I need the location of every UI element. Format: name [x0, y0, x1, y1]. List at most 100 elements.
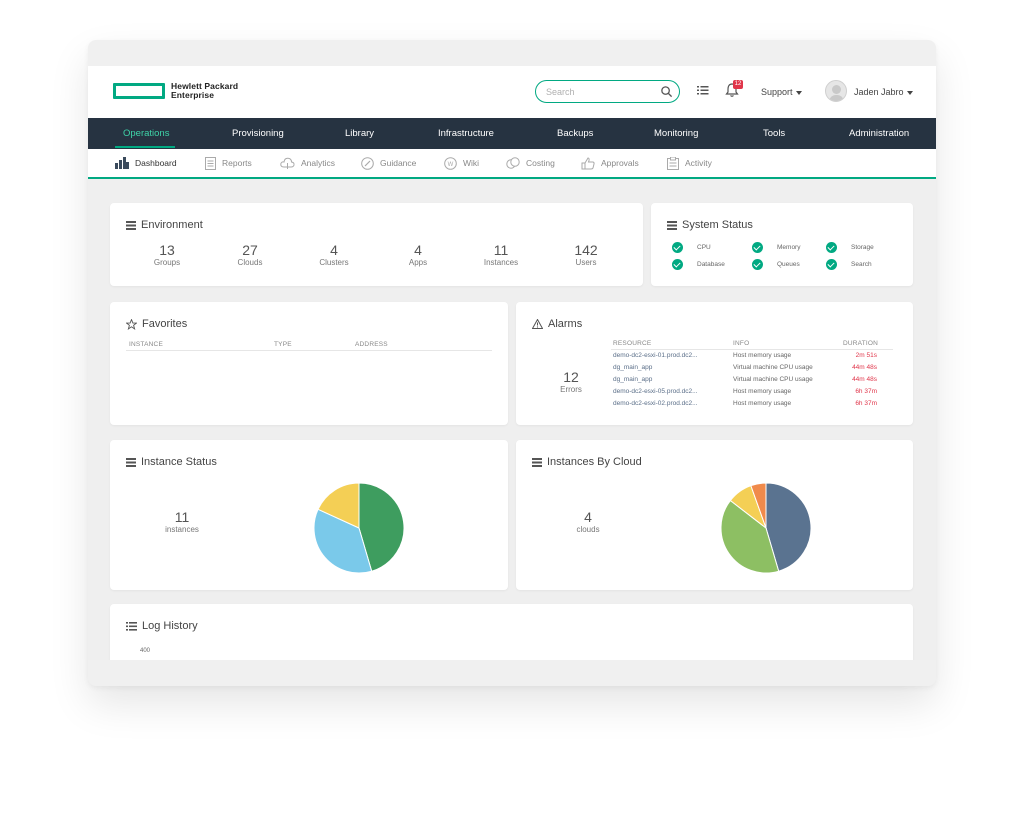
alarms-errors-count: 12: [563, 369, 579, 385]
instance-status-pie[interactable]: [312, 481, 406, 575]
chevron-down-icon: [795, 90, 802, 95]
col-address[interactable]: ADDRESS: [355, 341, 388, 348]
sub-nav: Dashboard Reports Analytics Guidance W W…: [88, 149, 936, 179]
status-queues-label: Queues: [777, 261, 800, 268]
divider: [611, 349, 893, 350]
dashboard-icon: [115, 157, 129, 169]
col-instance[interactable]: INSTANCE: [129, 341, 163, 348]
subnav-approvals[interactable]: Approvals: [581, 149, 639, 177]
alarm-duration: 2m 51s: [855, 352, 877, 359]
alarms-errors-label: Errors: [560, 385, 582, 394]
coins-icon: [506, 156, 520, 169]
nav-operations[interactable]: Operations: [123, 118, 169, 149]
list-icon: [532, 457, 542, 467]
stat-users[interactable]: 142 Users: [546, 243, 626, 268]
subnav-analytics-label: Analytics: [301, 158, 336, 168]
stat-apps-value: 4: [414, 242, 422, 258]
subnav-wiki-label: Wiki: [463, 158, 480, 168]
log-history-title-text: Log History: [142, 620, 198, 632]
alarms-title-text: Alarms: [548, 318, 583, 330]
check-icon: [672, 242, 683, 253]
check-icon: [826, 242, 837, 253]
search-input[interactable]: [546, 85, 656, 99]
stat-clouds-label: Clouds: [237, 258, 263, 267]
col-info[interactable]: INFO: [733, 340, 749, 347]
cloud-count-value: 4: [584, 509, 592, 525]
alarm-resource[interactable]: demo-dc2-esxi-01.prod.dc2...: [613, 352, 698, 359]
subnav-reports[interactable]: Reports: [205, 149, 252, 177]
subnav-dashboard-label: Dashboard: [135, 158, 177, 168]
instances-by-cloud-pie[interactable]: [719, 481, 813, 575]
support-menu[interactable]: Support: [761, 87, 802, 97]
alarm-info: Host memory usage: [733, 400, 792, 407]
alarm-resource[interactable]: demo-dc2-esxi-02.prod.dc2...: [613, 400, 698, 407]
status-storage: Storage: [826, 242, 874, 253]
system-status-card: System Status CPU Memory Storage Databas…: [651, 203, 913, 286]
nav-backups[interactable]: Backups: [557, 118, 593, 149]
status-cpu: CPU: [672, 242, 711, 253]
user-menu[interactable]: Jaden Jabro: [854, 87, 913, 97]
stat-users-value: 142: [574, 242, 598, 258]
stat-clusters-label: Clusters: [319, 258, 349, 267]
subnav-reports-label: Reports: [222, 158, 252, 168]
status-database: Database: [672, 259, 725, 270]
search-box[interactable]: [535, 80, 680, 103]
subnav-dashboard[interactable]: Dashboard: [115, 149, 177, 177]
subnav-guidance-label: Guidance: [380, 158, 417, 168]
stat-instances-value: 11: [493, 242, 509, 258]
col-duration[interactable]: DURATION: [843, 340, 878, 347]
stat-instances[interactable]: 11 Instances: [461, 243, 541, 268]
stat-apps[interactable]: 4 Apps: [378, 243, 458, 268]
stat-groups[interactable]: 13 Groups: [127, 243, 207, 268]
stat-clusters[interactable]: 4 Clusters: [294, 243, 374, 268]
nav-provisioning[interactable]: Provisioning: [232, 118, 284, 149]
alarm-duration: 6h 37m: [855, 400, 877, 407]
nav-tools[interactable]: Tools: [763, 118, 785, 149]
alarm-resource[interactable]: dg_main_app: [613, 364, 652, 371]
chevron-down-icon: [906, 90, 913, 95]
instances-by-cloud-title: Instances By Cloud: [532, 456, 642, 468]
nav-monitoring[interactable]: Monitoring: [654, 118, 698, 149]
alarm-info: Host memory usage: [733, 388, 792, 395]
system-status-title-text: System Status: [682, 219, 753, 231]
brand-text: Hewlett Packard Enterprise: [171, 82, 238, 100]
clipboard-icon: [667, 156, 679, 170]
cloud-count-label: clouds: [576, 525, 600, 534]
cloud-icon: [280, 157, 295, 169]
system-status-title: System Status: [667, 219, 753, 231]
list-icon[interactable]: [696, 84, 710, 98]
status-memory-label: Memory: [777, 244, 801, 251]
stat-clouds[interactable]: 27 Clouds: [210, 243, 290, 268]
search-icon[interactable]: [660, 85, 673, 98]
subnav-activity-label: Activity: [685, 158, 712, 168]
cloud-count: 4 clouds: [553, 510, 623, 535]
col-resource[interactable]: RESOURCE: [613, 340, 651, 347]
subnav-costing[interactable]: Costing: [506, 149, 555, 177]
avatar[interactable]: [825, 80, 847, 102]
stat-instances-label: Instances: [483, 258, 519, 267]
nav-administration[interactable]: Administration: [849, 118, 909, 149]
hpe-logo-icon: [113, 83, 165, 99]
nav-infrastructure[interactable]: Infrastructure: [438, 118, 494, 149]
subnav-guidance[interactable]: Guidance: [361, 149, 416, 177]
brand-logo[interactable]: Hewlett Packard Enterprise: [113, 82, 238, 100]
alarm-resource[interactable]: demo-dc2-esxi-05.prod.dc2...: [613, 388, 698, 395]
log-history-title: Log History: [126, 620, 198, 632]
alarm-resource[interactable]: dg_main_app: [613, 376, 652, 383]
alarm-info: Virtual machine CPU usage: [733, 376, 813, 383]
instance-count: 11 instances: [147, 510, 217, 535]
alarms-errors[interactable]: 12 Errors: [536, 370, 606, 395]
subnav-costing-label: Costing: [526, 158, 555, 168]
alarm-info: Host memory usage: [733, 352, 792, 359]
stat-groups-value: 13: [159, 242, 175, 258]
wiki-icon: W: [444, 156, 457, 170]
document-icon: [205, 156, 216, 170]
subnav-analytics[interactable]: Analytics: [280, 149, 335, 177]
environment-title: Environment: [126, 219, 203, 231]
subnav-wiki[interactable]: W Wiki: [444, 149, 479, 177]
col-type[interactable]: TYPE: [274, 341, 292, 348]
nav-library[interactable]: Library: [345, 118, 374, 149]
app-window: Hewlett Packard Enterprise 12: [88, 66, 936, 660]
subnav-activity[interactable]: Activity: [667, 149, 712, 177]
check-icon: [672, 259, 683, 270]
